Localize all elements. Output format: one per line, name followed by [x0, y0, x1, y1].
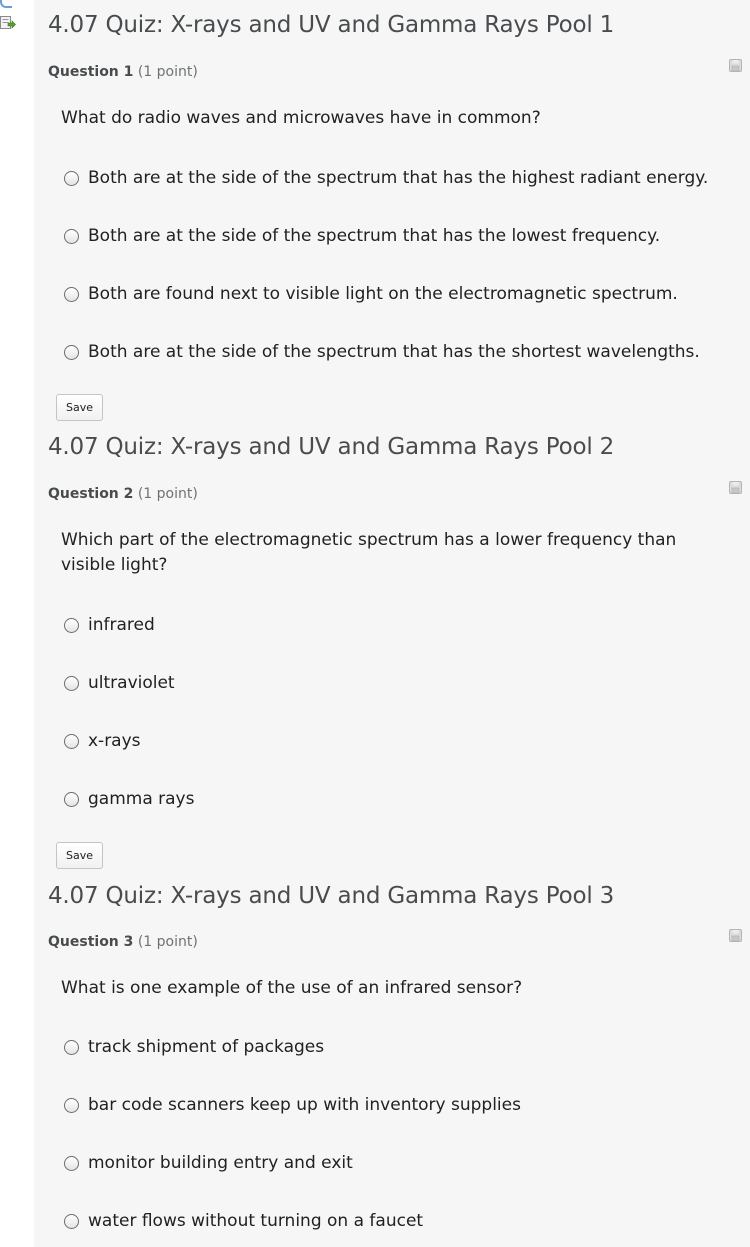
question-prompt: Which part of the electromagnetic spectr… [61, 530, 677, 575]
question-number: Question 2 [48, 486, 134, 502]
answer-option[interactable]: Both are at the side of the spectrum tha… [64, 225, 660, 247]
section-title: 4.07 Quiz: X-rays and UV and Gamma Rays … [48, 434, 615, 460]
unsaved-disk-icon [729, 929, 742, 942]
section-title: 4.07 Quiz: X-rays and UV and Gamma Rays … [48, 12, 615, 38]
radio-button-icon[interactable] [64, 1213, 79, 1229]
answer-option-label: water flows without turning on a faucet [88, 1211, 424, 1231]
radio-button-icon[interactable] [64, 791, 79, 807]
question-number: Question 1 [48, 64, 134, 80]
question-points: (1 point) [137, 934, 198, 950]
question-points: (1 point) [137, 486, 198, 502]
radio-button-icon[interactable] [64, 1155, 79, 1171]
radio-button-icon[interactable] [64, 228, 79, 244]
question-header: Question 2 (1 point) [48, 486, 198, 502]
answer-option-label: Both are at the side of the spectrum tha… [88, 168, 709, 188]
answer-option[interactable]: infrared [64, 614, 155, 636]
answer-option[interactable]: monitor building entry and exit [64, 1152, 353, 1174]
answer-option[interactable]: water flows without turning on a faucet [64, 1210, 423, 1232]
radio-button-icon[interactable] [64, 344, 79, 360]
answer-option-label: gamma rays [88, 789, 195, 809]
answer-option-label: track shipment of packages [88, 1037, 325, 1057]
question-header: Question 1 (1 point) [48, 64, 198, 80]
unsaved-disk-icon [729, 481, 742, 494]
radio-button-icon[interactable] [64, 617, 79, 633]
radio-button-icon[interactable] [64, 1039, 79, 1055]
answer-option[interactable]: x-rays [64, 730, 141, 752]
question-points: (1 point) [137, 64, 198, 80]
answer-option[interactable]: bar code scanners keep up with inventory… [64, 1094, 521, 1116]
quiz-panel: 4.07 Quiz: X-rays and UV and Gamma Rays … [34, 0, 750, 1247]
answer-option-label: Both are at the side of the spectrum tha… [88, 226, 661, 246]
answer-option[interactable]: Both are at the side of the spectrum tha… [64, 341, 700, 363]
answer-option-label: ultraviolet [88, 673, 175, 693]
answer-option-label: x-rays [88, 731, 141, 751]
link-fragment-icon [0, 0, 12, 8]
question-prompt: What do radio waves and microwaves have … [61, 108, 541, 128]
answer-option-label: bar code scanners keep up with inventory… [88, 1095, 521, 1115]
section-title: 4.07 Quiz: X-rays and UV and Gamma Rays … [48, 883, 615, 909]
answer-option-label: Both are at the side of the spectrum tha… [88, 342, 700, 362]
save-button[interactable]: Save [56, 842, 103, 869]
question-header: Question 3 (1 point) [48, 934, 198, 950]
jump-to-question-icon[interactable] [0, 16, 16, 30]
save-button[interactable]: Save [56, 394, 103, 421]
answer-option-label: infrared [88, 615, 155, 635]
unsaved-disk-icon [729, 59, 742, 72]
answer-option[interactable]: Both are at the side of the spectrum tha… [64, 167, 708, 189]
radio-button-icon[interactable] [64, 286, 79, 302]
answer-option-label: monitor building entry and exit [88, 1153, 353, 1173]
question-prompt: What is one example of the use of an inf… [61, 978, 523, 998]
radio-button-icon[interactable] [64, 170, 79, 186]
radio-button-icon[interactable] [64, 675, 79, 691]
answer-option[interactable]: ultraviolet [64, 672, 175, 694]
radio-button-icon[interactable] [64, 733, 79, 749]
left-gutter [0, 0, 32, 1247]
radio-button-icon[interactable] [64, 1097, 79, 1113]
answer-option[interactable]: Both are found next to visible light on … [64, 283, 678, 305]
question-number: Question 3 [48, 934, 134, 950]
answer-option[interactable]: track shipment of packages [64, 1036, 324, 1058]
answer-option-label: Both are found next to visible light on … [88, 284, 678, 304]
answer-option[interactable]: gamma rays [64, 788, 194, 810]
